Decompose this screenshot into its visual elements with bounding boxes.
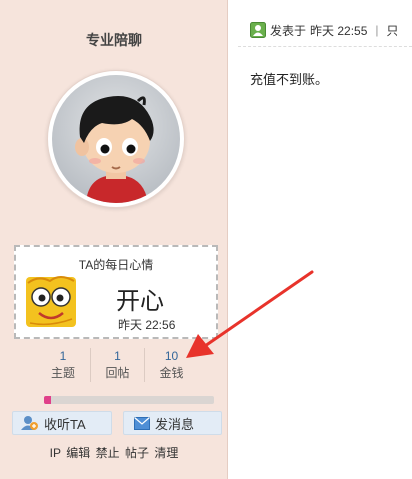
posted-time: 昨天 22:55 — [310, 23, 368, 38]
author-sidebar: 专业陪聊 TA的每日心情 开心 昨天 22:56 1 主题 1 回帖 10 金钱… — [0, 0, 228, 479]
post-header-divider — [238, 46, 412, 47]
send-message-label: 发消息 — [155, 416, 195, 432]
daily-mood-box: TA的每日心情 开心 昨天 22:56 — [14, 245, 218, 339]
avatar[interactable] — [47, 70, 185, 208]
mood-text: 开心 — [116, 288, 164, 315]
admin-links: IP 编辑 禁止 帖子 清理 — [0, 444, 228, 461]
stat-money[interactable]: 10 金钱 — [144, 348, 198, 382]
admin-link-edit[interactable]: 编辑 — [66, 446, 90, 460]
stat-topics-label: 主题 — [50, 366, 75, 380]
follow-user-icon — [21, 416, 38, 430]
posted-label: 发表于 — [270, 23, 307, 38]
username[interactable]: 专业陪聊 — [0, 30, 228, 50]
admin-link-posts[interactable]: 帖子 — [125, 446, 149, 460]
smiley-face-icon — [24, 273, 78, 331]
stat-money-count[interactable]: 10 — [145, 348, 198, 364]
online-user-icon — [250, 22, 266, 38]
meta-separator: | — [375, 23, 379, 37]
admin-link-clean[interactable]: 清理 — [154, 446, 178, 460]
only-author-link[interactable]: 只 — [387, 22, 397, 39]
stat-money-label: 金钱 — [159, 366, 184, 380]
post-meta: 发表于 昨天 22:55 | 只 — [250, 20, 397, 40]
mood-time: 昨天 22:56 — [118, 318, 176, 332]
mood-title: TA的每日心情 — [78, 258, 154, 272]
follow-button[interactable]: 收听TA — [12, 411, 112, 435]
send-message-button[interactable]: 发消息 — [123, 411, 222, 435]
level-progress-fill — [44, 396, 51, 404]
envelope-icon — [134, 416, 150, 430]
user-stats: 1 主题 1 回帖 10 金钱 — [36, 348, 198, 382]
stat-replies-count[interactable]: 1 — [91, 348, 144, 364]
cartoon-boy-avatar-icon — [52, 75, 180, 203]
stat-topics-count[interactable]: 1 — [36, 348, 90, 364]
admin-link-ip[interactable]: IP — [50, 446, 61, 460]
post-content: 充值不到账。 — [250, 72, 329, 87]
follow-button-label: 收听TA — [44, 416, 86, 432]
stat-replies[interactable]: 1 回帖 — [90, 348, 144, 382]
admin-link-ban[interactable]: 禁止 — [96, 446, 120, 460]
level-progress-bar — [44, 396, 214, 404]
stat-replies-label: 回帖 — [105, 366, 130, 380]
stat-topics[interactable]: 1 主题 — [36, 348, 90, 382]
